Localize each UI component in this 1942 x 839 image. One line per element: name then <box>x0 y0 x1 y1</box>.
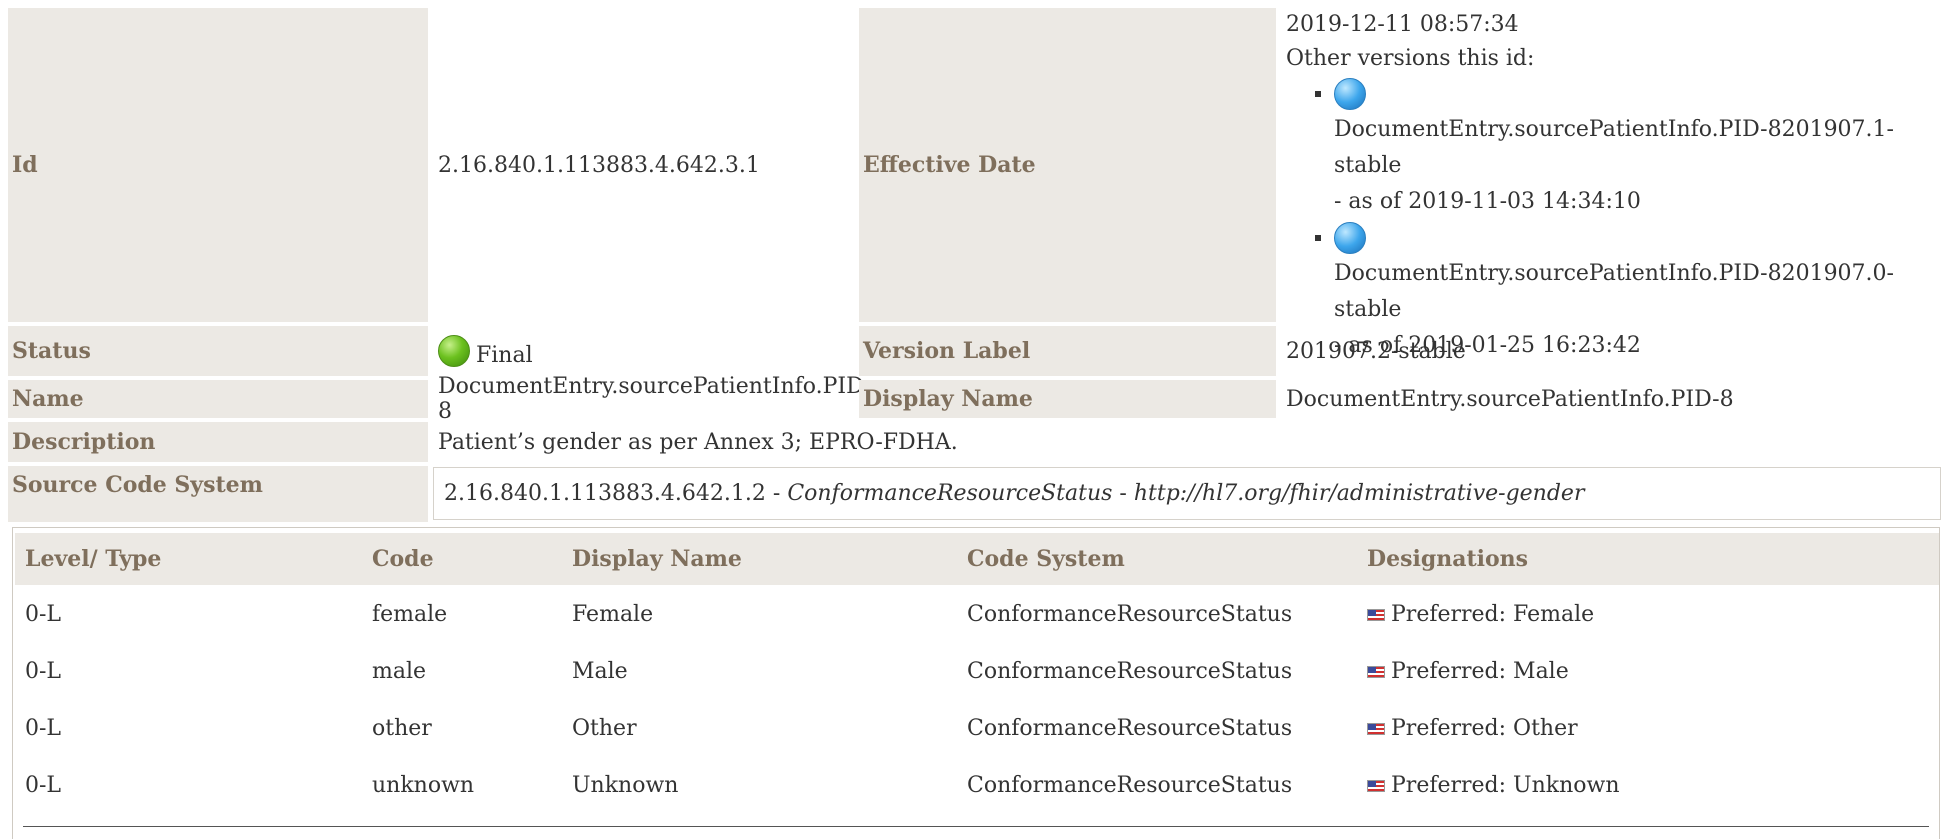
cell-level: 0-L <box>25 602 62 627</box>
cell-code-system: ConformanceResourceStatus <box>967 716 1293 741</box>
table-row: 0-L male Male ConformanceResourceStatus … <box>13 643 1937 700</box>
us-flag-icon <box>1367 779 1385 792</box>
column-header-code[interactable]: Code <box>372 533 434 585</box>
cell-code: male <box>372 659 427 684</box>
name-value: DocumentEntry.sourcePatientInfo.PID-8 <box>438 374 872 424</box>
column-header-level-type[interactable]: Level/ Type <box>25 533 161 585</box>
cell-display-name: Male <box>572 659 628 684</box>
column-header-designations[interactable]: Designations <box>1367 533 1528 585</box>
cell-display-name: Other <box>572 716 637 741</box>
cell-designation: Preferred: Female <box>1367 586 1594 643</box>
effective-date-label: Effective Date <box>859 8 1276 322</box>
source-code-system-uri[interactable]: http://hl7.org/fhir/administrative-gende… <box>1134 481 1585 506</box>
source-code-system-oid: 2.16.840.1.113883.4.642.1.2 <box>444 481 766 506</box>
table-row: 0-L unknown Unknown ConformanceResourceS… <box>13 757 1937 814</box>
id-label: Id <box>8 8 428 322</box>
cell-display-name: Unknown <box>572 773 679 798</box>
display-name-label: Display Name <box>859 380 1276 418</box>
version-label-value: 201907.2-stable <box>1286 338 1466 364</box>
name-label: Name <box>8 380 428 418</box>
cell-designation: Preferred: Male <box>1367 643 1569 700</box>
other-version-date: - as of 2019-11-03 14:34:10 <box>1334 189 1641 214</box>
status-value-cell: Final <box>428 326 858 376</box>
other-version-item[interactable]: DocumentEntry.sourcePatientInfo.PID-8201… <box>1334 76 1936 220</box>
designation-text: Preferred: Male <box>1391 659 1569 684</box>
us-flag-icon <box>1367 665 1385 678</box>
us-flag-icon <box>1367 722 1385 735</box>
other-versions-label: Other versions this id: <box>1286 46 1535 71</box>
designation-text: Preferred: Unknown <box>1391 773 1620 798</box>
status-label: Status <box>8 326 428 376</box>
cell-code: female <box>372 602 448 627</box>
source-code-system-name: ConformanceResourceStatus <box>787 481 1113 506</box>
other-versions-list: DocumentEntry.sourcePatientInfo.PID-8201… <box>1286 76 1936 364</box>
version-label-label: Version Label <box>859 326 1276 376</box>
column-header-display-name[interactable]: Display Name <box>572 533 742 585</box>
other-version-name[interactable]: DocumentEntry.sourcePatientInfo.PID-8201… <box>1334 117 1894 178</box>
other-version-name[interactable]: DocumentEntry.sourcePatientInfo.PID-8201… <box>1334 261 1894 322</box>
table-footer-divider <box>23 826 1929 827</box>
cell-code-system: ConformanceResourceStatus <box>967 602 1293 627</box>
blue-ball-icon <box>1334 78 1366 110</box>
blue-ball-icon <box>1334 222 1366 254</box>
cell-designation: Preferred: Unknown <box>1367 757 1620 814</box>
table-row: 0-L female Female ConformanceResourceSta… <box>13 586 1937 643</box>
separator: - <box>1112 481 1134 506</box>
us-flag-icon <box>1367 608 1385 621</box>
cell-designation: Preferred: Other <box>1367 700 1578 757</box>
concepts-table: Level/ Type Code Display Name Code Syste… <box>12 527 1940 839</box>
cell-level: 0-L <box>25 716 62 741</box>
separator: - <box>765 481 788 506</box>
status-value: Final <box>476 342 533 368</box>
source-code-system-label: Source Code System <box>8 466 428 522</box>
cell-code: other <box>372 716 432 741</box>
column-header-code-system[interactable]: Code System <box>967 533 1125 585</box>
description-label: Description <box>8 422 428 462</box>
effective-date-block: 2019-12-11 08:57:34 Other versions this … <box>1286 8 1936 364</box>
designation-text: Preferred: Female <box>1391 602 1595 627</box>
cell-code-system: ConformanceResourceStatus <box>967 659 1293 684</box>
cell-code: unknown <box>372 773 475 798</box>
cell-display-name: Female <box>572 602 654 627</box>
cell-code-system: ConformanceResourceStatus <box>967 773 1293 798</box>
id-value: 2.16.840.1.113883.4.642.3.1 <box>438 152 760 178</box>
green-ball-icon <box>438 335 470 367</box>
designation-text: Preferred: Other <box>1391 716 1578 741</box>
table-row: 0-L other Other ConformanceResourceStatu… <box>13 700 1937 757</box>
cell-level: 0-L <box>25 659 62 684</box>
display-name-value: DocumentEntry.sourcePatientInfo.PID-8 <box>1286 386 1734 412</box>
description-value: Patient’s gender as per Annex 3; EPRO-FD… <box>438 429 958 455</box>
source-code-system-value: 2.16.840.1.113883.4.642.1.2 - Conformanc… <box>433 467 1941 520</box>
concepts-table-header: Level/ Type Code Display Name Code Syste… <box>15 533 1939 585</box>
cell-level: 0-L <box>25 773 62 798</box>
effective-date-value: 2019-12-11 08:57:34 <box>1286 12 1519 37</box>
